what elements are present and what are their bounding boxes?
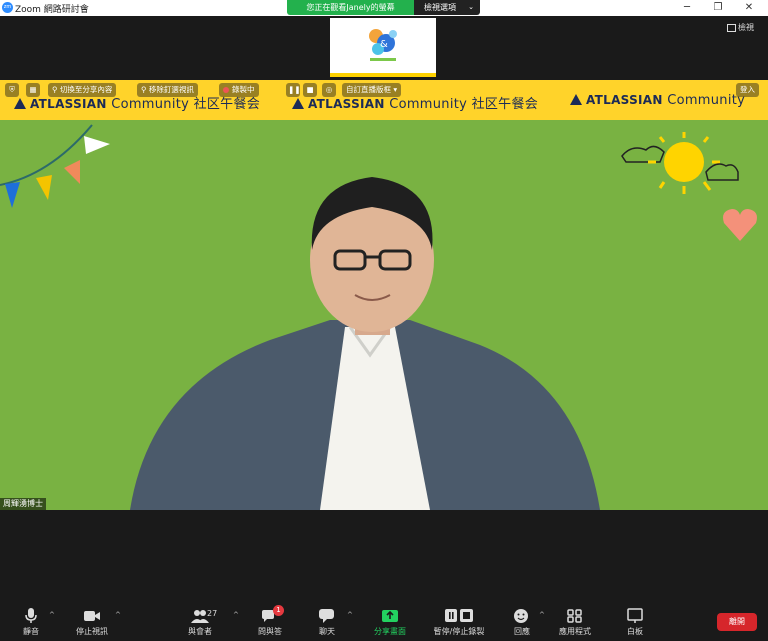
participants-button[interactable]: 27 與會者 — [170, 608, 230, 637]
banner-brand-text: ATLASSIAN — [30, 97, 107, 111]
shield-icon: ⛨ — [9, 85, 15, 94]
thumbnail-active-bar — [330, 73, 436, 77]
chat-label: 聊天 — [319, 627, 335, 636]
chat-bubble-icon — [319, 609, 334, 623]
record-dot-icon — [223, 87, 229, 93]
banner-brand-text: ATLASSIAN — [308, 97, 385, 111]
window-title: Zoom 網路研討會 — [15, 5, 89, 15]
leave-button[interactable]: 離開 — [717, 613, 757, 631]
pause-stop-record-icon — [445, 609, 473, 622]
participants-options-caret[interactable]: ^ — [233, 611, 239, 619]
participant-thumbnail[interactable]: & — [330, 18, 436, 77]
remove-pinned-video-button[interactable]: ⚲ 移除釘選視訊 — [137, 83, 198, 97]
mute-label: 靜音 — [23, 627, 39, 636]
participants-label: 與會者 — [188, 627, 212, 636]
qa-label: 問與答 — [258, 627, 282, 636]
grid-icon: ▦ — [29, 85, 37, 94]
restore-button[interactable]: ❐ — [707, 0, 729, 15]
video-options-caret[interactable]: ^ — [115, 611, 121, 619]
banner-brand-text: ATLASSIAN — [586, 93, 663, 107]
participant-count: 27 — [207, 609, 218, 618]
avatar-illustration: & — [369, 29, 397, 61]
qa-badge: 1 — [273, 605, 284, 616]
reactions-label: 回應 — [514, 627, 530, 636]
view-toggle-button[interactable]: 檢視 — [727, 22, 754, 33]
sign-in-button[interactable]: 登入 — [736, 83, 759, 97]
smiley-icon — [514, 609, 528, 623]
stop-recording-button[interactable]: ■ — [303, 83, 317, 97]
banner-community-text: Community 社区午餐会 — [389, 97, 539, 112]
speaker-name-tag: 周輝湧博士 — [0, 498, 46, 510]
remove-video-label: 移除釘選視訊 — [148, 85, 194, 94]
banner-brand-3: ATLASSIAN Community — [570, 93, 745, 108]
minimize-button[interactable]: ─ — [676, 0, 698, 15]
share-screen-label: 分享畫面 — [374, 627, 406, 636]
customize-live-frame-button[interactable]: 自訂直播版框 ▾ — [342, 83, 402, 97]
chevron-down-icon: ⌄ — [468, 3, 474, 11]
shared-screen-view: ATLASSIAN Community 社区午餐会 ATLASSIAN Comm… — [0, 80, 768, 510]
bunting-decoration — [0, 124, 110, 208]
close-button[interactable]: ✕ — [738, 0, 760, 15]
stop-video-label: 停止視訊 — [76, 627, 108, 636]
reactions-options-caret[interactable]: ^ — [539, 611, 545, 619]
pause-stop-recording-button[interactable]: 暫停/停止錄製 — [429, 608, 489, 637]
heart-decoration — [723, 209, 757, 241]
live-stream-button[interactable]: ◎ — [322, 83, 336, 97]
apps-button[interactable]: 應用程式 — [545, 608, 605, 637]
layout-grid-button[interactable]: ▦ — [26, 83, 40, 97]
atlassian-logo-icon — [570, 94, 582, 105]
speaker-video — [130, 177, 600, 510]
pin-icon: ⚲ — [52, 85, 58, 94]
zoom-app-icon: zm — [2, 2, 13, 13]
whiteboard-label: 白板 — [627, 627, 643, 636]
microphone-icon — [25, 608, 37, 623]
atlassian-banner: ATLASSIAN Community 社区午餐会 ATLASSIAN Comm… — [0, 80, 768, 120]
grid-icon — [727, 23, 736, 32]
sun-decoration — [621, 132, 739, 194]
apps-icon — [567, 609, 582, 623]
switch-to-shared-content-button[interactable]: ⚲ 切換至分享內容 — [48, 83, 117, 97]
stop-video-button[interactable]: 停止視訊 — [62, 608, 122, 637]
stop-icon: ■ — [306, 85, 314, 94]
pause-stop-recording-label: 暫停/停止錄製 — [433, 627, 485, 636]
video-camera-icon — [84, 611, 100, 621]
title-bar: zm Zoom 網路研討會 您正在觀看Janely的螢幕 檢視選項 ⌄ ─ ❐ … — [0, 0, 768, 16]
recording-indicator: 錄製中 — [219, 83, 259, 97]
whiteboard-icon — [627, 608, 643, 623]
meeting-toolbar: 靜音 ^ 停止視訊 ^ 27 與會者 ^ 1 問與答 聊天 ^ 分享畫面 暫停/… — [0, 600, 768, 641]
audio-options-caret[interactable]: ^ — [49, 611, 55, 619]
atlassian-logo-icon — [292, 98, 304, 109]
security-shield-button[interactable]: ⛨ — [5, 83, 19, 97]
atlassian-logo-icon — [14, 98, 26, 109]
share-screen-button[interactable]: 分享畫面 — [360, 608, 420, 637]
view-options-label: 檢視選項 — [424, 3, 456, 12]
view-options-button[interactable]: 檢視選項 ⌄ — [414, 0, 480, 15]
share-status-pill: 您正在觀看Janely的螢幕 — [287, 0, 414, 15]
pause-icon: ❚❚ — [288, 85, 301, 94]
whiteboard-button[interactable]: 白板 — [605, 608, 665, 637]
pin-icon: ⚲ — [141, 85, 147, 94]
banner-community-text: Community 社区午餐会 — [111, 97, 261, 112]
broadcast-icon: ◎ — [325, 85, 333, 94]
apps-label: 應用程式 — [559, 627, 591, 636]
pause-recording-button[interactable]: ❚❚ — [286, 83, 301, 97]
customize-label: 自訂直播版框 — [346, 85, 391, 94]
view-toggle-label: 檢視 — [738, 23, 754, 32]
share-screen-icon — [382, 610, 398, 622]
switch-content-label: 切換至分享內容 — [59, 85, 113, 94]
recording-label: 錄製中 — [232, 85, 255, 94]
qa-button[interactable]: 1 問與答 — [240, 605, 300, 637]
svg-text:&: & — [380, 39, 388, 50]
chat-options-caret[interactable]: ^ — [347, 611, 353, 619]
